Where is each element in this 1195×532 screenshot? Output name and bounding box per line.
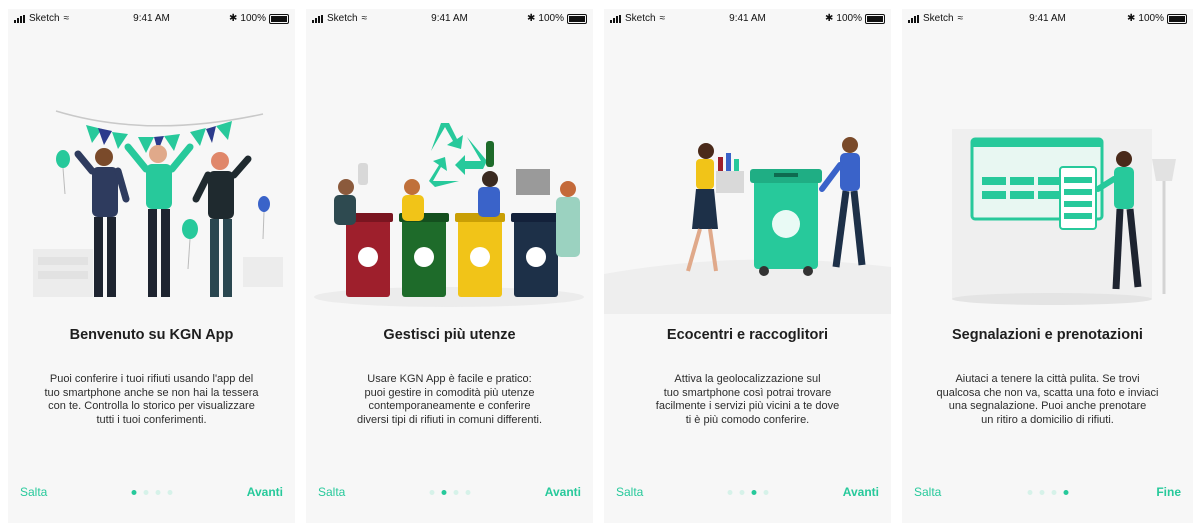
- onboarding-screen-welcome: Sketch ≈ 9:41 AM ✱ 100% Benvenuto su KGN…: [8, 9, 295, 523]
- battery-percent: 100%: [836, 13, 862, 24]
- onboarding-nav: Salta Avanti: [8, 485, 295, 501]
- onboarding-screen-ecocenters: Sketch ≈ 9:41 AM ✱ 100% Ecocentri e racc: [604, 9, 891, 523]
- page-description: Usare KGN App è facile e pratico: puoi g…: [356, 373, 543, 426]
- page-title: Ecocentri e raccoglitori: [666, 327, 829, 343]
- page-indicator: [1027, 490, 1068, 495]
- page-description: Attiva la geolocalizzazione sul tuo smar…: [655, 373, 840, 426]
- skip-button[interactable]: Salta: [318, 485, 345, 499]
- page-indicator: [727, 490, 768, 495]
- onboarding-screen-utilities: Sketch ≈ 9:41 AM ✱ 100% Gestisci più ute…: [306, 9, 593, 523]
- page-dot[interactable]: [1051, 490, 1056, 495]
- finish-button[interactable]: Fine: [1156, 485, 1181, 499]
- battery-icon: [269, 13, 289, 24]
- bluetooth-icon: ✱: [527, 13, 536, 24]
- status-bar: Sketch ≈ 9:41 AM ✱ 100%: [902, 9, 1193, 29]
- bluetooth-icon: ✱: [1127, 13, 1136, 24]
- page-dot[interactable]: [453, 490, 458, 495]
- page-description: Aiutaci a tenere la città pulita. Se tro…: [936, 373, 1159, 426]
- bluetooth-icon: ✱: [825, 13, 834, 24]
- page-dot[interactable]: [763, 490, 768, 495]
- status-bar: Sketch ≈ 9:41 AM ✱ 100%: [604, 9, 891, 29]
- next-button[interactable]: Avanti: [545, 485, 581, 499]
- page-title: Benvenuto su KGN App: [69, 327, 234, 343]
- page-dot[interactable]: [1039, 490, 1044, 495]
- page-dot[interactable]: [131, 490, 136, 495]
- page-dot[interactable]: [751, 490, 756, 495]
- recycling-bins-illustration: [314, 123, 584, 307]
- page-dot[interactable]: [1027, 490, 1032, 495]
- battery-percent: 100%: [240, 13, 266, 24]
- skip-button[interactable]: Salta: [914, 485, 941, 499]
- page-dot[interactable]: [143, 490, 148, 495]
- page-dot[interactable]: [155, 490, 160, 495]
- page-dot[interactable]: [167, 490, 172, 495]
- page-dot[interactable]: [441, 490, 446, 495]
- page-indicator: [131, 490, 172, 495]
- battery-icon: [1167, 13, 1187, 24]
- report-booking-illustration: [952, 129, 1176, 305]
- eco-center-illustration: [604, 137, 891, 314]
- status-bar: Sketch ≈ 9:41 AM ✱ 100%: [8, 9, 295, 29]
- page-dot[interactable]: [727, 490, 732, 495]
- page-title: Segnalazioni e prenotazioni: [952, 327, 1143, 343]
- status-bar: Sketch ≈ 9:41 AM ✱ 100%: [306, 9, 593, 29]
- onboarding-nav: Salta Avanti: [604, 485, 891, 501]
- page-description: Puoi conferire i tuoi rifiuti usando l'a…: [44, 373, 259, 426]
- onboarding-screen-reports: Sketch ≈ 9:41 AM ✱ 100% Segnalazioni e p…: [902, 9, 1193, 523]
- skip-button[interactable]: Salta: [616, 485, 643, 499]
- page-dot[interactable]: [465, 490, 470, 495]
- battery-icon: [865, 13, 885, 24]
- battery-icon: [567, 13, 587, 24]
- page-dot[interactable]: [739, 490, 744, 495]
- skip-button[interactable]: Salta: [20, 485, 47, 499]
- welcome-party-illustration: [33, 110, 283, 297]
- bluetooth-icon: ✱: [229, 13, 238, 24]
- next-button[interactable]: Avanti: [247, 485, 283, 499]
- next-button[interactable]: Avanti: [843, 485, 879, 499]
- battery-percent: 100%: [538, 13, 564, 24]
- page-indicator: [429, 490, 470, 495]
- page-title: Gestisci più utenze: [383, 327, 516, 343]
- onboarding-nav: Salta Avanti: [306, 485, 593, 501]
- page-dot[interactable]: [429, 490, 434, 495]
- battery-percent: 100%: [1138, 13, 1164, 24]
- page-dot[interactable]: [1063, 490, 1068, 495]
- onboarding-nav: Salta Fine: [902, 485, 1193, 501]
